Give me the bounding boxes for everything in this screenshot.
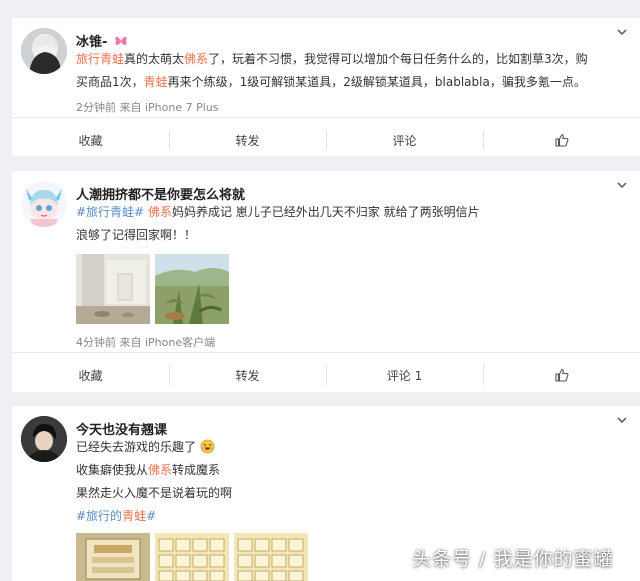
text-line: 旅行青蛙真的太萌太佛系了，玩着不习惯，我觉得可以增加个每日任务什么的，比如割草3… — [76, 48, 630, 71]
thumbs-up-icon — [554, 368, 568, 382]
text-segment: 已经失去游戏的乐趣了 — [76, 440, 197, 454]
text-segment: 收集癖使我从 — [76, 463, 149, 477]
post-text: #旅行青蛙# 佛系妈妈养成记 崽儿子已经外出几天不归家 就给了两张明信片 浪够了… — [76, 201, 630, 247]
text-segment: 了，玩着不习惯，我觉得可以增加个每日任务什么的，比如割草3次，购 — [208, 52, 588, 66]
text-line: 浪够了记得回家啊！！ — [76, 224, 630, 247]
forward-button[interactable]: 转发 — [169, 118, 326, 162]
action-bar: 收藏 转发 评论 1 — [12, 352, 640, 397]
keyword-highlight: 佛系 — [184, 52, 209, 66]
chevron-down-icon[interactable] — [616, 414, 628, 426]
hashtag-link[interactable]: #旅行青蛙# — [76, 205, 144, 219]
text-segment: 浪够了记得回家啊！！ — [76, 228, 197, 242]
keyword-highlight: 佛系 — [148, 463, 173, 477]
butterfly-icon — [115, 36, 127, 45]
keyword-highlight: 旅行青蛙 — [76, 52, 125, 66]
action-bar: 收藏 转发 评论 — [12, 117, 640, 162]
post-card: 人潮拥挤都不是你要怎么将就 #旅行青蛙# 佛系妈妈养成记 崽儿子已经外出几天不归… — [12, 171, 640, 392]
like-button[interactable] — [483, 353, 640, 397]
avatar[interactable] — [21, 416, 67, 462]
text-segment: 再来个练级，1级可解锁某道具，2级解锁某道具，blablabla，骗我多氪一点。 — [167, 75, 586, 89]
text-line-content: 已经失去游戏的乐趣了 — [76, 440, 196, 454]
post-meta: 2分钟前 来自 iPhone 7 Plus — [76, 101, 219, 114]
post-text: 旅行青蛙真的太萌太佛系了，玩着不习惯，我觉得可以增加个每日任务什么的，比如割草3… — [76, 48, 630, 94]
like-button[interactable] — [483, 118, 640, 162]
post-image-bath[interactable] — [76, 254, 150, 324]
keyword-highlight: 佛系 — [147, 205, 172, 219]
avatar[interactable] — [21, 181, 67, 227]
text-line: 已经失去游戏的乐趣了 — [76, 436, 630, 459]
collect-button[interactable]: 收藏 — [12, 118, 169, 162]
text-line: #旅行青蛙# 佛系妈妈养成记 崽儿子已经外出几天不归家 就给了两张明信片 — [76, 201, 630, 224]
post-card: 冰锥- 旅行青蛙真的太萌太佛系了，玩着不习惯，我觉得可以增加个每日任务什么的，比… — [12, 18, 640, 156]
text-segment: 真的太萌太 — [124, 52, 185, 66]
comment-button[interactable]: 评论 1 — [326, 353, 483, 397]
text-line: 买商品1次，青蛙再来个练级，1级可解锁某道具，2级解锁某道具，blablabla… — [76, 71, 630, 94]
collect-button[interactable]: 收藏 — [12, 353, 169, 397]
text-line: 收集癖使我从佛系转成魔系 — [76, 459, 630, 482]
post-image-garden[interactable] — [155, 254, 229, 324]
chevron-down-icon[interactable] — [616, 179, 628, 191]
hashtag-link[interactable]: #旅行的 — [76, 509, 122, 523]
chevron-down-icon[interactable] — [616, 26, 628, 38]
laughing-emoji-icon — [200, 439, 215, 454]
text-segment: 妈妈养成记 崽儿子已经外出几天不归家 就给了两张明信片 — [171, 205, 480, 219]
keyword-highlight: 青蛙 — [143, 75, 168, 89]
forward-button[interactable]: 转发 — [169, 353, 326, 397]
post-image-collection-2[interactable] — [234, 533, 308, 581]
thumbs-up-icon — [554, 133, 568, 147]
post-image-game-screen[interactable] — [76, 533, 150, 581]
text-segment: 转成魔系 — [172, 463, 221, 477]
comment-button[interactable]: 评论 — [326, 118, 483, 162]
text-line: 果然走火入魔不是说着玩的啊 — [76, 482, 630, 505]
text-segment: 果然走火入魔不是说着玩的啊 — [76, 486, 233, 500]
post-meta: 4分钟前 来自 iPhone客户端 — [76, 336, 216, 349]
text-line: #旅行的青蛙# — [76, 505, 630, 528]
post-text: 已经失去游戏的乐趣了 收集癖使我从佛系转成魔系 果然走火入魔不是说着玩的啊 #旅… — [76, 436, 630, 528]
avatar[interactable] — [21, 28, 67, 74]
hashtag-link[interactable]: # — [146, 509, 156, 523]
keyword-highlight: 青蛙 — [122, 509, 147, 523]
text-segment: 买商品1次， — [76, 75, 144, 89]
watermark: 头条号 / 我是你的蜜罐 — [412, 548, 614, 570]
post-image-collection-1[interactable] — [155, 533, 229, 581]
